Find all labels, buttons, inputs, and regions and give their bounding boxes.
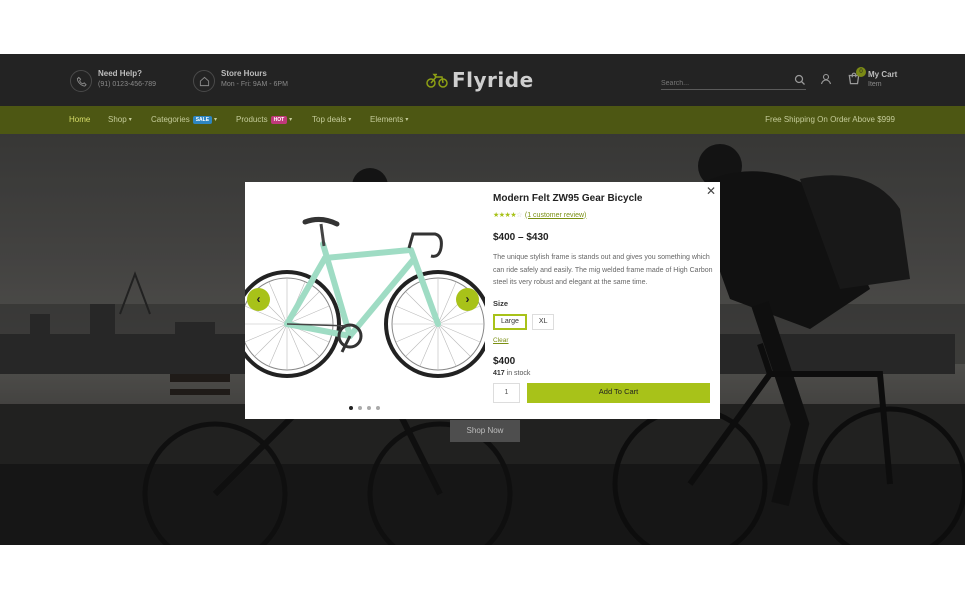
home-icon <box>193 70 215 92</box>
search-box <box>661 72 806 92</box>
size-options: Large XL <box>493 313 713 330</box>
search-icon[interactable] <box>794 73 806 91</box>
chevron-down-icon: ▾ <box>214 117 218 123</box>
logo-text: Flyride <box>452 68 534 92</box>
nav-label: Home <box>69 115 91 124</box>
gallery-next-button[interactable]: › <box>456 288 479 311</box>
stock-count: 417 <box>493 369 505 377</box>
search-input[interactable] <box>661 75 786 92</box>
hot-badge: HOT <box>270 115 288 124</box>
quick-view-modal: ✕ ‹ › Modern Felt ZW95 Gear Bicycle ★★★★… <box>245 182 720 419</box>
cart-subtitle: Item <box>868 81 882 88</box>
star-rating-icon: ★★★★☆ <box>493 212 522 219</box>
site-header: Need Help? (91) 0123-456-789 Store Hours… <box>0 54 965 106</box>
nav-item-elements[interactable]: Elements ▾ <box>370 115 408 124</box>
nav-label: Shop <box>108 115 127 124</box>
nav-label: Elements <box>370 115 404 124</box>
help-phone[interactable]: (91) 0123-456-789 <box>98 79 156 90</box>
chevron-down-icon: ▾ <box>348 117 352 123</box>
main-nav: Home Shop ▾ Categories SALE ▾ Products H… <box>0 106 965 134</box>
size-option-xl[interactable]: XL <box>531 313 555 330</box>
purchase-row: 1 Add To Cart <box>493 382 713 403</box>
nav-item-products[interactable]: Products HOT ▾ <box>236 115 292 124</box>
size-label: Size <box>493 298 509 308</box>
product-price-range: $400 – $430 <box>493 232 549 243</box>
gallery-dot[interactable] <box>349 406 353 410</box>
review-link[interactable]: (1 customer review) <box>525 212 586 219</box>
user-icon[interactable] <box>820 72 832 90</box>
nav-label: Products <box>236 115 268 124</box>
clear-selection-link[interactable]: Clear <box>493 337 713 344</box>
chevron-down-icon: ▾ <box>128 117 132 123</box>
free-shipping-notice: Free Shipping On Order Above $999 <box>765 115 895 124</box>
quantity-input[interactable]: 1 <box>493 382 520 403</box>
chevron-down-icon: ▾ <box>405 117 409 123</box>
help-title: Need Help? <box>98 69 143 78</box>
nav-item-home[interactable]: Home <box>69 115 90 124</box>
help-block: Need Help? (91) 0123-456-789 <box>70 68 156 92</box>
site-logo[interactable]: Flyride <box>426 68 534 92</box>
cart-button[interactable]: 0 My Cart Item <box>847 67 898 90</box>
variant-price: $400 <box>493 355 516 367</box>
product-info: Modern Felt ZW95 Gear Bicycle ★★★★☆ (1 c… <box>493 193 713 403</box>
hours-block: Store Hours Mon - Fri: 9AM - 6PM <box>193 68 288 92</box>
bicycle-logo-icon <box>426 73 448 88</box>
nav-item-top-deals[interactable]: Top deals ▾ <box>312 115 351 124</box>
gallery-prev-button[interactable]: ‹ <box>247 288 270 311</box>
cart-count-badge: 0 <box>856 67 866 77</box>
product-description: The unique stylish frame is stands out a… <box>493 254 713 286</box>
nav-label: Categories <box>151 115 190 124</box>
hours-text: Mon - Fri: 9AM - 6PM <box>221 81 288 88</box>
shop-now-button[interactable]: Shop Now <box>450 420 520 442</box>
add-to-cart-button[interactable]: Add To Cart <box>527 382 710 403</box>
stock-text: in stock <box>506 369 531 377</box>
gallery-dots <box>349 406 385 410</box>
product-image-bicycle <box>245 216 485 378</box>
hours-title: Store Hours <box>221 69 267 78</box>
product-title: Modern Felt ZW95 Gear Bicycle <box>493 193 643 204</box>
phone-icon <box>70 70 92 92</box>
stock-status: 417 in stock <box>493 370 713 377</box>
chevron-down-icon: ▾ <box>289 117 293 123</box>
gallery-dot[interactable] <box>376 406 380 410</box>
gallery-dot[interactable] <box>358 406 362 410</box>
nav-item-shop[interactable]: Shop ▾ <box>108 115 132 124</box>
size-option-large[interactable]: Large <box>493 313 527 330</box>
nav-label: Top deals <box>312 115 347 124</box>
gallery-dot[interactable] <box>367 406 371 410</box>
cart-title: My Cart <box>868 70 898 79</box>
nav-item-categories[interactable]: Categories SALE ▾ <box>151 115 217 124</box>
sale-badge: SALE <box>192 115 213 124</box>
product-rating: ★★★★☆ (1 customer review) <box>493 211 713 220</box>
